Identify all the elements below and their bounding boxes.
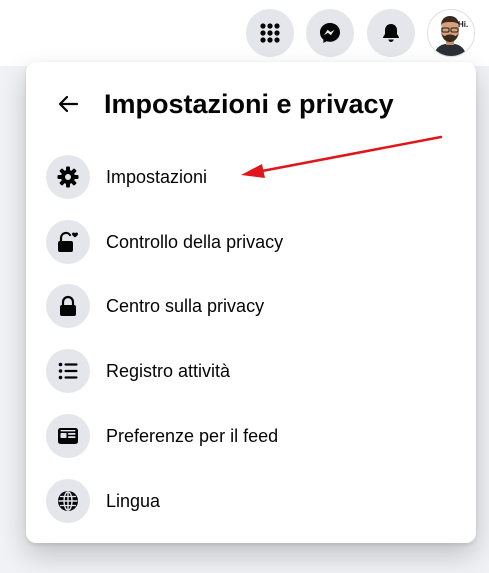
menu-item-label: Controllo della privacy: [106, 231, 284, 252]
item-icon-wrap: [46, 479, 90, 523]
menu-item-label: Registro attività: [106, 360, 231, 381]
menu-item-label: Lingua: [106, 490, 161, 511]
arrow-left-icon: [58, 95, 79, 113]
item-icon-wrap: [46, 414, 90, 458]
gear-icon: [57, 166, 79, 188]
messenger-icon: [320, 23, 340, 43]
menu-item-centro-privacy[interactable]: Centro sulla privacy: [36, 277, 466, 335]
menu-item-label: Centro sulla privacy: [106, 295, 265, 316]
bell-icon: [383, 24, 399, 42]
avatar[interactable]: Hi.: [427, 9, 475, 57]
item-icon-wrap: [46, 155, 90, 199]
lock-icon: [60, 295, 76, 316]
feed-icon: [58, 428, 78, 444]
menu-item-controllo-privacy[interactable]: Controllo della privacy: [36, 213, 466, 271]
menu-item-preferenze-feed[interactable]: Preferenze per il feed: [36, 407, 466, 465]
messenger-button[interactable]: [306, 9, 354, 57]
menu-button[interactable]: [246, 9, 294, 57]
menu-item-label: Impostazioni: [106, 166, 208, 187]
grid-menu-icon: [260, 23, 280, 43]
menu-item-lingua[interactable]: Lingua: [36, 472, 466, 530]
item-icon-wrap: [46, 349, 90, 393]
item-icon-wrap: [46, 284, 90, 328]
lock-heart-icon: [58, 231, 78, 252]
item-icon-wrap: [46, 220, 90, 264]
notifications-button[interactable]: [367, 9, 415, 57]
globe-icon: [58, 491, 78, 511]
menu-item-impostazioni[interactable]: Impostazioni: [36, 148, 466, 206]
top-bar: Hi.: [0, 0, 489, 66]
menu-item-label: Preferenze per il feed: [106, 425, 279, 446]
settings-privacy-panel: Impostazioni e privacy Impostazioni Cont…: [26, 62, 476, 543]
menu-item-registro-attivita[interactable]: Registro attività: [36, 342, 466, 400]
list-icon: [58, 362, 78, 380]
back-button[interactable]: [50, 86, 86, 122]
avatar-bitmoji-icon: [428, 10, 474, 56]
avatar-caption: Hi.: [458, 20, 469, 29]
panel-title: Impostazioni e privacy: [104, 89, 394, 119]
